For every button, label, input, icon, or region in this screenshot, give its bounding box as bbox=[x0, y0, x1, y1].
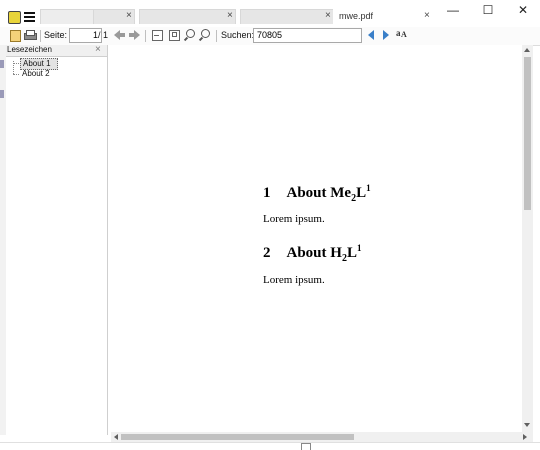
scroll-left-arrow-icon[interactable] bbox=[114, 434, 118, 440]
section-title: About Me bbox=[286, 185, 352, 201]
search-previous-icon[interactable] bbox=[366, 29, 378, 41]
section-number: 2 bbox=[263, 245, 271, 261]
section-title-superscript: 1 bbox=[366, 183, 371, 193]
app-logo-icon bbox=[8, 11, 21, 24]
section-heading: 2 About H2L1 bbox=[263, 243, 361, 264]
toolbar-separator bbox=[145, 30, 146, 42]
match-case-icon[interactable]: a A bbox=[396, 28, 408, 41]
scroll-up-arrow-icon[interactable] bbox=[524, 48, 530, 52]
section-body: Lorem ipsum. bbox=[263, 213, 325, 225]
tab-1[interactable] bbox=[40, 9, 95, 24]
sidebar-header: Lesezeichen × bbox=[6, 44, 107, 57]
back-arrow-icon[interactable] bbox=[114, 29, 126, 41]
tree-line bbox=[13, 74, 19, 76]
search-label: Suchen: bbox=[221, 30, 255, 40]
fit-width-icon[interactable] bbox=[151, 29, 163, 41]
section-title-suffix: L bbox=[346, 245, 357, 261]
document-view[interactable]: 1 About Me2L1 Lorem ipsum. 2 About H2L1 Lo… bbox=[108, 45, 522, 432]
zoom-in-icon[interactable] bbox=[198, 29, 211, 42]
toolbar-separator bbox=[216, 30, 217, 42]
page-total: / 1 bbox=[98, 30, 109, 40]
search-next-icon[interactable] bbox=[380, 29, 392, 41]
tab-2-close-icon[interactable]: × bbox=[126, 10, 132, 22]
search-input[interactable] bbox=[253, 28, 362, 43]
tab-3[interactable] bbox=[139, 9, 236, 24]
title-bar: × × × mwe.pdf × — ☐ ✕ bbox=[0, 0, 540, 27]
hamburger-menu-icon[interactable] bbox=[24, 11, 35, 22]
tab-active[interactable]: mwe.pdf bbox=[333, 9, 435, 24]
bookmark-label: About 2 bbox=[22, 69, 50, 78]
bookmark-label: About 1 bbox=[23, 59, 51, 68]
left-edge-marker bbox=[0, 60, 4, 68]
maximize-button[interactable]: ☐ bbox=[471, 0, 505, 22]
fit-page-icon[interactable] bbox=[168, 29, 180, 41]
tab-active-close-icon[interactable]: × bbox=[424, 10, 430, 22]
sidebar-close-icon[interactable]: × bbox=[95, 44, 101, 55]
toolbar: Seite: / 1 Suchen: a A bbox=[0, 27, 540, 46]
vertical-scrollbar[interactable] bbox=[522, 45, 533, 432]
tree-line bbox=[13, 63, 19, 65]
vertical-scroll-thumb[interactable] bbox=[524, 57, 531, 210]
sidebar-title: Lesezeichen bbox=[7, 45, 52, 54]
forward-arrow-icon[interactable] bbox=[129, 29, 141, 41]
open-file-icon[interactable] bbox=[9, 29, 21, 42]
print-icon[interactable] bbox=[24, 29, 37, 41]
section-title: About H bbox=[286, 245, 342, 261]
minimize-button[interactable]: — bbox=[436, 0, 470, 22]
horizontal-scroll-thumb[interactable] bbox=[121, 434, 354, 440]
horizontal-scrollbar[interactable] bbox=[111, 432, 533, 442]
scroll-down-arrow-icon[interactable] bbox=[524, 423, 530, 427]
page-label: Seite: bbox=[44, 30, 68, 40]
toolbar-separator bbox=[40, 30, 41, 42]
left-edge-marker bbox=[0, 90, 4, 98]
section-title-superscript: 1 bbox=[356, 243, 362, 253]
section-title-suffix: L bbox=[356, 185, 367, 201]
bookmarks-sidebar: Lesezeichen × About 1 About 2 bbox=[6, 44, 108, 435]
bookmark-item[interactable]: About 2 bbox=[20, 69, 60, 79]
tab-4-close-icon[interactable]: × bbox=[325, 10, 331, 22]
tab-active-title: mwe.pdf bbox=[339, 11, 374, 21]
zoom-out-icon[interactable] bbox=[183, 29, 196, 42]
tab-4[interactable] bbox=[240, 9, 334, 24]
section-heading: 1 About Me2L1 bbox=[263, 183, 371, 204]
scroll-right-arrow-icon[interactable] bbox=[523, 434, 527, 440]
tab-3-close-icon[interactable]: × bbox=[227, 10, 233, 22]
close-window-button[interactable]: ✕ bbox=[506, 0, 540, 22]
section-number: 1 bbox=[263, 185, 271, 201]
section-body: Lorem ipsum. bbox=[263, 274, 325, 286]
